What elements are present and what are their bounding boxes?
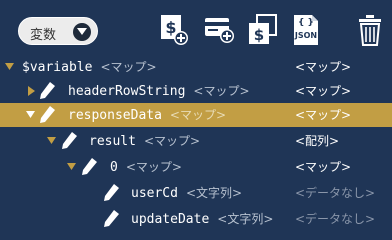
- tree-type: <文字列>: [217, 212, 274, 226]
- tree-key: updateDate <文字列>: [131, 212, 274, 227]
- tree-type: <マップ>: [125, 160, 182, 174]
- tree-row-variable[interactable]: $variable <マップ> <マップ>: [0, 55, 392, 79]
- tree-value: <マップ>: [295, 108, 352, 122]
- edit-pencil-icon[interactable]: [81, 157, 99, 177]
- tree-type: <文字列>: [185, 186, 243, 200]
- edit-pencil-icon[interactable]: [39, 81, 57, 101]
- json-icon[interactable]: { } JSON: [293, 14, 319, 46]
- scope-dropdown[interactable]: 変数: [18, 17, 98, 45]
- tree-key: responseData <マップ>: [68, 108, 227, 123]
- tree-type: <マップ>: [100, 60, 157, 74]
- toolbar: 変数 $ $ { } JSON: [0, 0, 392, 56]
- tree-type: <マップ>: [143, 134, 201, 148]
- tree-row-usercd[interactable]: userCd <文字列> <データなし>: [0, 181, 392, 205]
- tree-row-headerrowstring[interactable]: headerRowString <マップ> <マップ>: [0, 79, 392, 103]
- copy-value-icon[interactable]: $: [248, 14, 278, 46]
- svg-text:$: $: [254, 26, 264, 44]
- tree-row-0[interactable]: 0 <マップ> <マップ>: [0, 155, 392, 179]
- chevron-down-icon: [73, 23, 91, 41]
- edit-pencil-icon[interactable]: [39, 105, 57, 125]
- caret-down-icon[interactable]: [67, 163, 76, 171]
- edit-pencil-icon[interactable]: [103, 209, 121, 229]
- tree-value: <マップ>: [295, 60, 352, 74]
- scope-label: 変数: [30, 28, 57, 43]
- tree-key: result <マップ>: [89, 134, 201, 149]
- edit-pencil-icon[interactable]: [61, 131, 79, 151]
- add-card-icon[interactable]: [204, 14, 236, 46]
- tree-key: headerRowString <マップ>: [68, 84, 250, 99]
- tree-row-updatedate[interactable]: updateDate <文字列> <データなし>: [0, 207, 392, 231]
- caret-right-icon[interactable]: [28, 86, 36, 96]
- edit-pencil-icon[interactable]: [103, 183, 121, 203]
- tree-value: <マップ>: [295, 84, 352, 98]
- tree-value: <マップ>: [295, 160, 352, 174]
- caret-down-icon[interactable]: [26, 111, 35, 119]
- tree-type: <マップ>: [193, 84, 250, 98]
- svg-text:$: $: [165, 18, 176, 37]
- tree-value: <データなし>: [295, 186, 376, 200]
- trash-icon[interactable]: [358, 14, 382, 46]
- tree-key: $variable <マップ>: [22, 60, 157, 75]
- caret-down-icon[interactable]: [47, 137, 56, 145]
- tree-type: <マップ>: [169, 108, 227, 122]
- tree-value: <データなし>: [295, 212, 376, 226]
- tree-row-responsedata[interactable]: responseData <マップ> <マップ>: [0, 103, 392, 127]
- json-braces: { }: [298, 18, 314, 28]
- json-label: JSON: [294, 31, 318, 40]
- tree-row-result[interactable]: result <マップ> <配列>: [0, 129, 392, 153]
- caret-down-icon[interactable]: [5, 63, 14, 71]
- tree-value: <配列>: [295, 134, 340, 148]
- add-variable-icon[interactable]: $: [160, 14, 190, 46]
- tree-key: userCd <文字列>: [131, 186, 243, 201]
- tree-key: 0 <マップ>: [110, 160, 182, 175]
